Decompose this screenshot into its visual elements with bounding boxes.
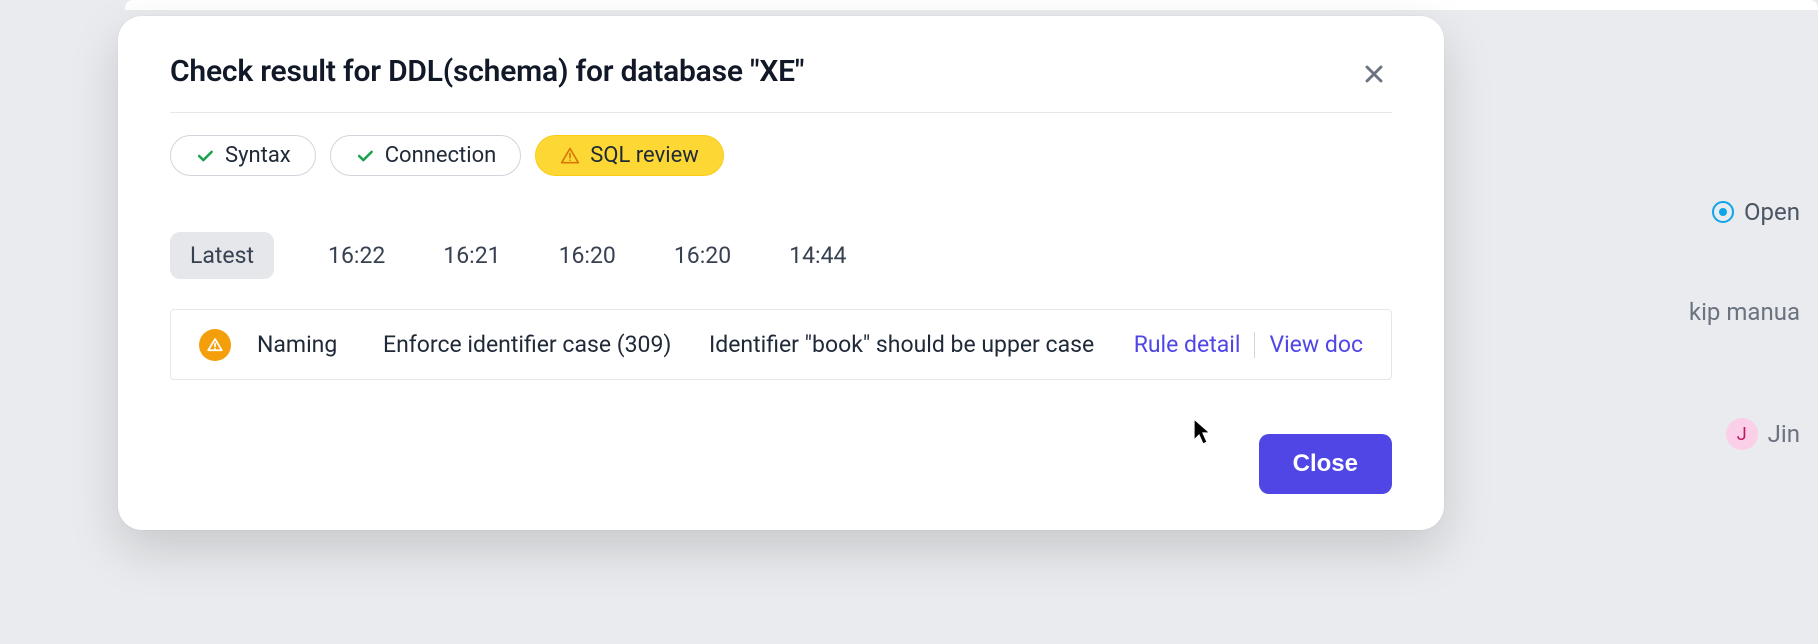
warning-triangle-icon (560, 146, 580, 166)
chip-label: SQL review (590, 143, 699, 168)
modal-title: Check result for DDL(schema) for databas… (170, 54, 804, 89)
time-item[interactable]: 16:20 (555, 232, 620, 279)
time-item[interactable]: 16:22 (324, 232, 389, 279)
check-status-chips: Syntax Connection SQL review (170, 135, 1392, 176)
warning-circle-icon (199, 329, 231, 361)
chip-syntax[interactable]: Syntax (170, 135, 316, 176)
chip-label: Connection (385, 143, 497, 168)
user-name: Jin (1768, 420, 1800, 448)
time-item[interactable]: 14:44 (785, 232, 850, 279)
timestamps-row: Latest 16:22 16:21 16:20 16:20 14:44 (170, 232, 1392, 279)
modal-footer: Close (170, 434, 1392, 494)
view-doc-link[interactable]: View doc (1269, 331, 1363, 358)
result-rule: Enforce identifier case (309) (383, 328, 683, 361)
radio-dot-icon (1712, 201, 1734, 223)
result-links: Rule detail View doc (1134, 331, 1363, 358)
close-icon (1360, 60, 1388, 88)
status-label: Open (1744, 198, 1800, 226)
chip-sql-review[interactable]: SQL review (535, 135, 724, 176)
result-message: Identifier "book" should be upper case (709, 331, 1108, 358)
modal-header: Check result for DDL(schema) for databas… (170, 54, 1392, 92)
chip-label: Syntax (225, 143, 291, 168)
result-category: Naming (257, 331, 357, 358)
time-item[interactable]: 16:20 (670, 232, 735, 279)
time-item[interactable]: 16:21 (439, 232, 504, 279)
assignee-user[interactable]: J Jin (1726, 418, 1800, 450)
bg-panel-top (125, 0, 1818, 10)
check-icon (355, 146, 375, 166)
result-row: Naming Enforce identifier case (309) Ide… (170, 309, 1392, 380)
close-icon-button[interactable] (1356, 56, 1392, 92)
avatar: J (1726, 418, 1758, 450)
check-icon (195, 146, 215, 166)
close-button[interactable]: Close (1259, 434, 1392, 494)
time-pill-latest[interactable]: Latest (170, 232, 274, 279)
status-open[interactable]: Open (1712, 198, 1800, 226)
skip-text-fragment: kip manua (1689, 298, 1800, 326)
vertical-divider (1254, 332, 1255, 358)
divider (170, 112, 1392, 113)
chip-connection[interactable]: Connection (330, 135, 522, 176)
rule-detail-link[interactable]: Rule detail (1134, 331, 1241, 358)
check-result-modal: Check result for DDL(schema) for databas… (118, 16, 1444, 530)
